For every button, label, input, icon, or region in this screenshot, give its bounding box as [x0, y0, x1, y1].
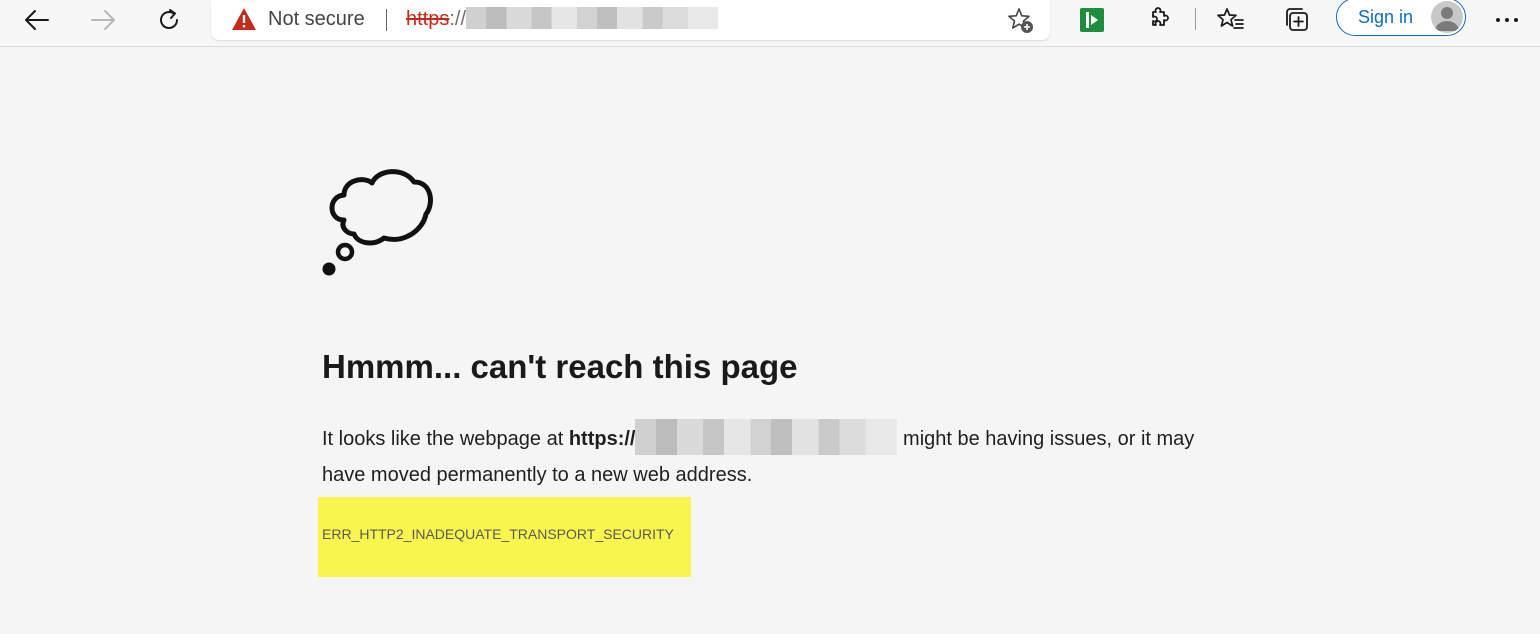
avatar-icon [1435, 7, 1459, 31]
sign-in-label: Sign in [1358, 7, 1414, 27]
refresh-button[interactable] [149, 2, 189, 38]
more-menu-button[interactable] [1487, 2, 1527, 38]
extensions-button[interactable] [1138, 2, 1178, 38]
add-favorite-icon[interactable] [1007, 7, 1035, 35]
desc-before: It looks like the webpage at [322, 428, 569, 450]
url-scheme: https [406, 8, 450, 30]
desc-url: https:// [568, 428, 636, 450]
redacted-desc-url [635, 418, 898, 455]
forward-button[interactable] [83, 2, 123, 38]
address-divider [386, 9, 387, 31]
back-button[interactable] [17, 2, 57, 38]
error-code: ERR_HTTP2_INADEQUATE_TRANSPORT_SECURITY [322, 526, 674, 542]
back-arrow-icon [25, 10, 49, 30]
url-text[interactable]: https:// [406, 7, 719, 31]
page-title: Hmmm... can't reach this page [322, 348, 798, 385]
favorites-button[interactable] [1211, 2, 1251, 38]
collections-button[interactable] [1277, 2, 1317, 38]
avatar [1431, 1, 1463, 33]
thought-cloud-icon [322, 169, 433, 276]
address-bar[interactable]: Not secure https:// [211, 0, 1050, 40]
url-separator: :// [449, 8, 467, 30]
extensions-puzzle-icon [1152, 7, 1169, 26]
more-menu-icon [1496, 18, 1518, 22]
warning-triangle-icon [232, 8, 256, 30]
forward-arrow-icon [91, 10, 115, 30]
reader-extension-button[interactable] [1072, 2, 1112, 38]
sign-in-button[interactable]: Sign in [1336, 0, 1466, 36]
security-status-label[interactable]: Not secure [268, 8, 365, 31]
refresh-icon [160, 9, 178, 29]
favorites-icon [1217, 8, 1244, 29]
browser-toolbar: Not secure https:// Sign in [0, 0, 1540, 47]
collections-icon [1286, 8, 1308, 31]
error-code-highlight: ERR_HTTP2_INADEQUATE_TRANSPORT_SECURITY [318, 497, 691, 577]
reader-extension-icon [1080, 8, 1104, 32]
toolbar-divider [1195, 8, 1196, 30]
redacted-url [466, 7, 719, 30]
error-description: It looks like the webpage at https:// mi… [322, 418, 1202, 493]
